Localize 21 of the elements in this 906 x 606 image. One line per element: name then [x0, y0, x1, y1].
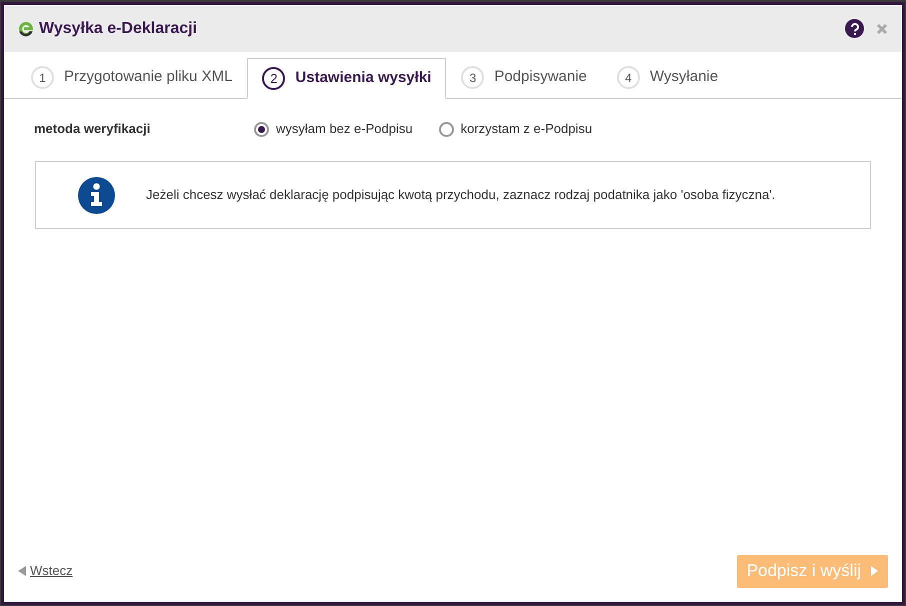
- info-message: Jeżeli chcesz wysłać deklarację podpisując kwotą przychodu, zaznacz rodzaj podatnika jako 'osoba fizyczna'.: [146, 186, 776, 204]
- step-tab[interactable]: 2 Ustawienia wysyłki: [247, 58, 446, 99]
- radio-label[interactable]: wysyłam bez e-Podpisu: [276, 119, 413, 139]
- back-link[interactable]: Wstecz: [18, 561, 73, 581]
- logo-icon: [17, 20, 35, 38]
- radio-button[interactable]: [438, 122, 454, 136]
- close-icon: [876, 22, 888, 34]
- info-icon: [78, 176, 115, 214]
- question-mark-icon: [850, 22, 860, 34]
- radio-button[interactable]: [254, 122, 269, 136]
- step-tab[interactable]: 1 Przygotowanie pliku XML: [16, 57, 248, 98]
- triangle-left-icon: [18, 566, 27, 576]
- step-tab[interactable]: 3 Podpisywanie: [446, 57, 602, 98]
- step-tab[interactable]: 4 Wysyłanie: [602, 57, 734, 98]
- field-label: metoda weryfikacji: [34, 120, 152, 138]
- help-button[interactable]: [845, 19, 864, 38]
- triangle-right-icon: [871, 566, 878, 576]
- back-link-text[interactable]: Wstecz: [30, 561, 73, 581]
- radio-label[interactable]: korzystam z e-Podpisu: [460, 119, 592, 139]
- window-title: Wysyłka e-Deklaracji: [39, 18, 198, 38]
- submit-label: Podpisz i wyślij: [746, 560, 861, 582]
